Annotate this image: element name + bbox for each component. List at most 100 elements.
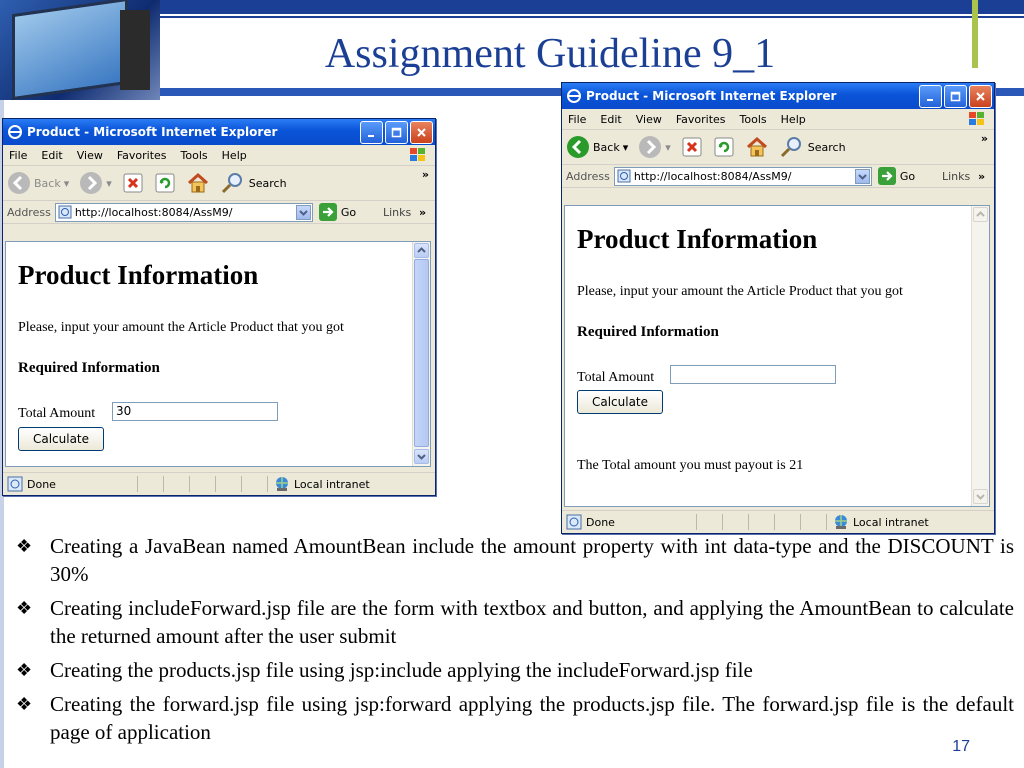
bullet-text: Creating the products.jsp file using jsp… [50,658,753,682]
menu-edit[interactable]: Edit [41,149,62,162]
menu-help[interactable]: Help [781,113,806,126]
refresh-icon [155,173,175,193]
security-zone: Local intranet [832,514,929,530]
zone-label: Local intranet [853,515,929,529]
menu-help[interactable]: Help [222,149,247,162]
toolbar-more-icon[interactable]: » [422,168,429,181]
links-more-icon[interactable]: » [978,170,985,183]
menu-favorites[interactable]: Favorites [676,113,726,126]
address-bar: Address http://localhost:8084/AssM9/ Go … [562,165,994,188]
address-dropdown-button[interactable] [854,168,870,184]
window-titlebar[interactable]: Product - Microsoft Internet Explorer [3,119,435,145]
refresh-button[interactable] [154,172,176,194]
required-heading: Required Information [577,324,719,340]
chevron-up-icon [976,211,985,217]
menu-view[interactable]: View [77,149,103,162]
stop-button[interactable] [681,136,703,158]
standard-toolbar: Back ▾ ▾ Search » [562,130,994,165]
forward-button[interactable]: ▾ [79,171,112,195]
page-heading: Product Information [18,260,259,290]
menu-edit[interactable]: Edit [600,113,621,126]
back-arrow-icon [567,136,589,158]
go-arrow-icon [877,167,896,185]
status-divider [189,476,190,492]
home-button[interactable] [745,136,769,158]
close-icon [976,91,985,101]
minimize-icon [927,98,933,101]
total-amount-input[interactable] [670,365,836,384]
close-button[interactable] [410,120,433,144]
back-dropdown-icon[interactable]: ▾ [623,141,629,154]
scroll-down-button[interactable] [973,489,988,504]
go-button[interactable]: Go [877,167,915,185]
back-dropdown-icon[interactable]: ▾ [64,177,70,190]
vertical-scrollbar[interactable] [971,206,989,506]
stop-icon [682,137,702,157]
intranet-globe-icon [276,477,288,491]
search-button[interactable]: Search [220,171,287,195]
bullet-item: ❖ Creating includeForward.jsp file are t… [16,594,1014,650]
go-arrow-icon [318,203,337,221]
close-button[interactable] [969,84,992,108]
page-icon [58,205,72,219]
bullet-text: Creating a JavaBean named AmountBean inc… [50,534,1014,586]
toolbar-more-icon[interactable]: » [981,132,988,145]
back-button[interactable]: Back ▾ [7,171,69,195]
back-button[interactable]: Back ▾ [566,135,628,159]
chevron-down-icon [976,494,985,500]
status-bar: Done Local intranet [3,472,435,495]
status-divider [774,514,775,530]
vertical-scrollbar[interactable] [412,242,430,466]
home-button[interactable] [186,172,210,194]
menu-favorites[interactable]: Favorites [117,149,167,162]
menu-tools[interactable]: Tools [740,113,767,126]
maximize-button[interactable] [385,120,408,144]
menu-file[interactable]: File [9,149,27,162]
minimize-button[interactable] [919,84,942,108]
standard-toolbar: Back ▾ ▾ Search » [3,166,435,201]
chevron-down-icon [417,454,426,460]
menu-file[interactable]: File [568,113,586,126]
address-dropdown-button[interactable] [295,204,311,220]
chevron-down-icon [858,173,867,180]
title-band-top-bar [160,0,1024,14]
page-description: Please, input your amount the Article Pr… [18,320,344,335]
bullet-diamond-icon: ❖ [16,598,33,618]
address-input[interactable]: http://localhost:8084/AssM9/ [613,166,872,186]
window-titlebar[interactable]: Product - Microsoft Internet Explorer [562,83,994,109]
links-more-icon[interactable]: » [419,206,426,219]
links-button[interactable]: Links [383,206,411,219]
forward-dropdown-icon[interactable]: ▾ [106,177,112,190]
total-amount-input[interactable]: 30 [112,402,278,421]
slide-page-number: 17 [952,738,970,755]
calculate-button[interactable]: Calculate [577,390,663,414]
search-label: Search [248,176,287,190]
forward-dropdown-icon[interactable]: ▾ [665,141,671,154]
scroll-up-button[interactable] [973,207,988,222]
refresh-button[interactable] [713,136,735,158]
guideline-bullet-list: ❖ Creating a JavaBean named AmountBean i… [16,532,1014,752]
slide-title: Assignment Guideline 9_1 [324,31,776,77]
browser-window-right: Product - Microsoft Internet Explorer Fi… [561,82,995,534]
stop-button[interactable] [122,172,144,194]
address-bar: Address http://localhost:8084/AssM9/ Go … [3,201,435,224]
total-amount-label: Total Amount [577,370,655,385]
search-button[interactable]: Search [779,135,846,159]
links-button[interactable]: Links [942,170,970,183]
calculate-button[interactable]: Calculate [18,427,104,451]
ie-logo-icon [567,89,581,103]
search-label: Search [807,140,846,154]
refresh-icon [714,137,734,157]
scroll-thumb[interactable] [414,259,429,447]
scroll-up-button[interactable] [414,243,429,258]
minimize-button[interactable] [360,120,383,144]
search-icon [780,137,801,158]
menu-view[interactable]: View [636,113,662,126]
bullet-diamond-icon: ❖ [16,660,33,680]
go-button[interactable]: Go [318,203,356,221]
address-input[interactable]: http://localhost:8084/AssM9/ [54,202,313,222]
scroll-down-button[interactable] [414,449,429,464]
menu-tools[interactable]: Tools [181,149,208,162]
maximize-button[interactable] [944,84,967,108]
forward-button[interactable]: ▾ [638,135,671,159]
